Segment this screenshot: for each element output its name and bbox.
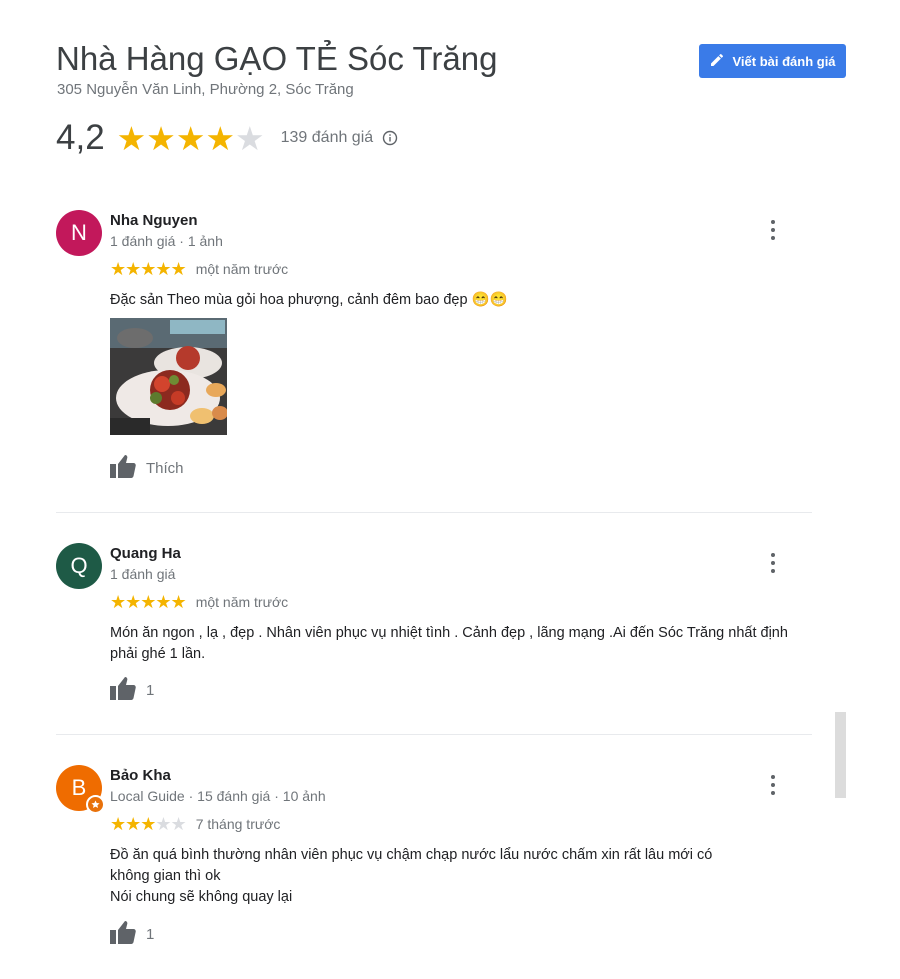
pencil-icon — [709, 52, 725, 71]
review-item: B Bảo Kha Local Guide · 15 đánh giá · 10… — [56, 765, 812, 955]
star-icon: ★ — [175, 119, 206, 157]
like-button[interactable]: Thích — [110, 454, 184, 482]
more-options-icon[interactable] — [765, 553, 781, 573]
like-count: 1 — [146, 681, 155, 699]
review-photo[interactable] — [110, 318, 227, 435]
review-stars: ★★★★★ — [110, 814, 187, 834]
average-stars: ★★★★★ — [117, 122, 265, 155]
divider — [56, 734, 812, 735]
reviewer-name[interactable]: Nha Nguyen — [110, 212, 198, 229]
more-options-icon[interactable] — [765, 220, 781, 240]
like-label: Thích — [146, 459, 184, 477]
avatar[interactable]: N — [56, 210, 102, 256]
star-icon: ★ — [146, 119, 176, 157]
local-guide-badge-icon — [86, 795, 105, 814]
reviewer-name[interactable]: Quang Ha — [110, 545, 181, 562]
review-text-line: Đồ ăn quá bình thường nhân viên phục vụ … — [110, 847, 713, 884]
review-stars: ★★★★★ — [110, 259, 187, 279]
thumbs-up-icon — [110, 676, 136, 704]
place-title: Nhà Hàng GẠO TẺ Sóc Trăng — [56, 40, 498, 77]
review-rating: ★★★★★ một năm trước — [110, 260, 288, 278]
avatar-letter: N — [71, 220, 87, 245]
avatar-letter: Q — [70, 553, 88, 578]
average-rating: 4,2 — [56, 118, 105, 157]
review-stars: ★★★★★ — [110, 592, 187, 612]
star-empty-icon: ★ — [235, 119, 265, 157]
write-review-label: Viết bài đánh giá — [732, 53, 836, 69]
like-button[interactable]: 1 — [110, 920, 154, 948]
review-rating: ★★★★★ một năm trước — [110, 593, 288, 611]
review-time: một năm trước — [195, 261, 289, 277]
info-icon[interactable] — [382, 130, 398, 146]
review-time: một năm trước — [195, 594, 289, 610]
review-count: 139 đánh giá — [280, 129, 374, 146]
star-icon: ★ — [205, 119, 236, 157]
thumbs-up-icon — [110, 454, 136, 482]
review-item: N Nha Nguyen 1 đánh giá · 1 ảnh ★★★★★ mộ… — [56, 210, 812, 500]
review-text: Món ăn ngon , lạ , đẹp . Nhân viên phục … — [110, 625, 788, 662]
review-text: Đồ ăn quá bình thường nhân viên phục vụ … — [110, 845, 750, 908]
review-item: Q Quang Ha 1 đánh giá ★★★★★ một năm trướ… — [56, 543, 812, 713]
like-button[interactable]: 1 — [110, 676, 154, 704]
rating-summary: 4,2 ★★★★★ 139 đánh giá — [56, 116, 398, 160]
avatar-letter: B — [71, 775, 87, 800]
review-time: 7 tháng trước — [195, 816, 281, 832]
more-options-icon[interactable] — [765, 775, 781, 795]
star-icon: ★ — [116, 119, 147, 157]
reviewer-meta: 1 đánh giá · 1 ảnh — [110, 233, 223, 249]
like-count: 1 — [146, 925, 155, 943]
scrollbar-thumb[interactable] — [835, 712, 846, 798]
review-text: Đặc sản Theo mùa gỏi hoa phượng, cảnh đê… — [110, 292, 508, 308]
avatar[interactable]: Q — [56, 543, 102, 589]
reviewer-name[interactable]: Bảo Kha — [110, 767, 171, 784]
reviewer-meta: Local Guide · 15 đánh giá · 10 ảnh — [110, 788, 326, 804]
reviewer-meta: 1 đánh giá — [110, 566, 176, 582]
review-text-line: Nói chung sẽ không quay lại — [110, 889, 293, 905]
thumbs-up-icon — [110, 920, 136, 948]
place-address: 305 Nguyễn Văn Linh, Phường 2, Sóc Trăng — [57, 81, 354, 98]
review-rating: ★★★★★ 7 tháng trước — [110, 815, 280, 833]
write-review-button[interactable]: Viết bài đánh giá — [699, 44, 846, 78]
divider — [56, 512, 812, 513]
